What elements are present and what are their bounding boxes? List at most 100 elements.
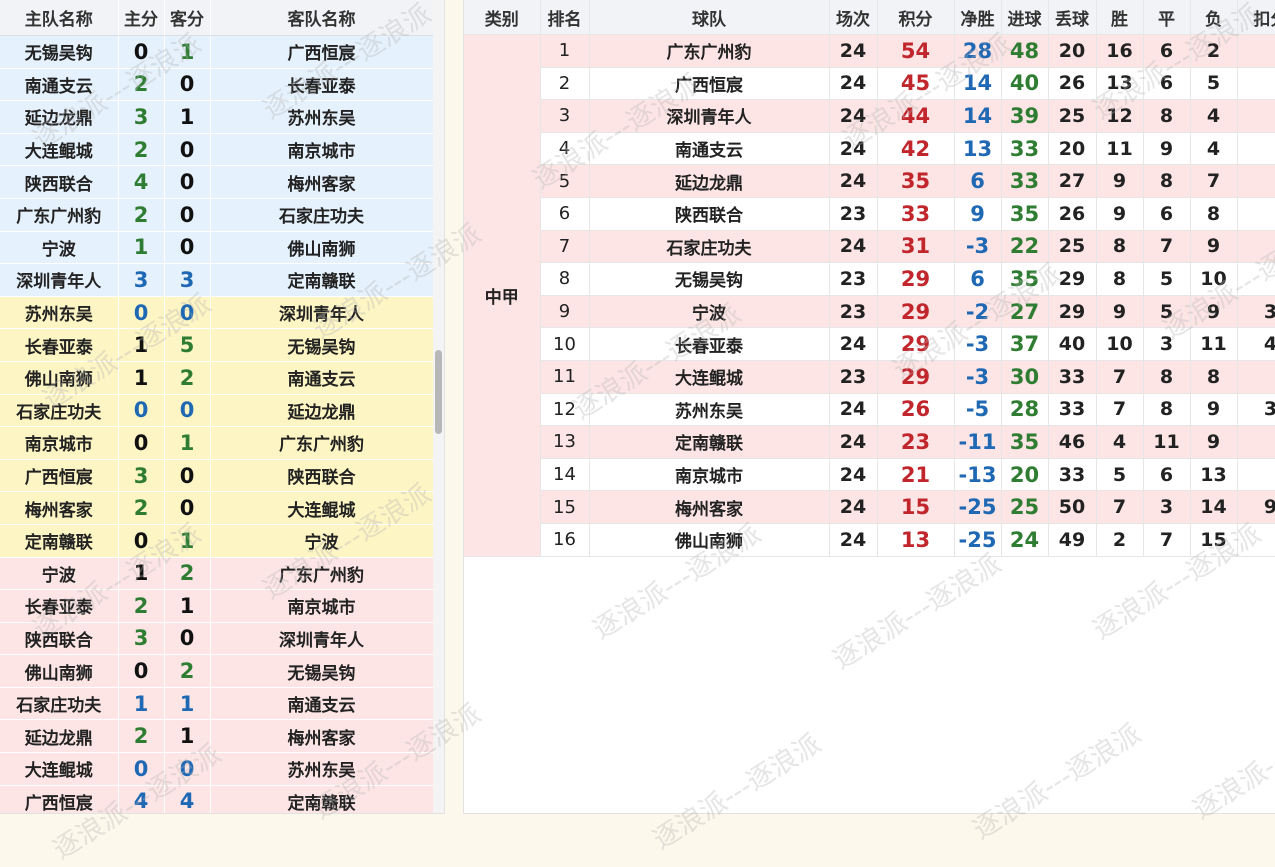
- standings-row[interactable]: 13 定南赣联 24 23 -11 35 46 4 11 9: [464, 425, 1275, 459]
- home-team[interactable]: 深圳青年人: [0, 263, 119, 297]
- standings-row[interactable]: 4 南通支云 24 42 13 33 20 11 9 4: [464, 132, 1275, 166]
- away-team[interactable]: 佛山南狮: [210, 231, 434, 265]
- header-goals-for[interactable]: 进球: [1001, 0, 1049, 35]
- away-team[interactable]: 无锡吴钩: [210, 654, 434, 688]
- match-row[interactable]: 石家庄功夫 1 1 南通支云: [0, 687, 434, 721]
- home-team[interactable]: 陕西联合: [0, 622, 119, 656]
- home-team[interactable]: 延边龙鼎: [0, 100, 119, 134]
- team-name[interactable]: 大连鲲城: [589, 360, 830, 394]
- away-team[interactable]: 广东广州豹: [210, 426, 434, 460]
- match-row[interactable]: 苏州东吴 0 0 深圳青年人: [0, 296, 434, 330]
- home-team[interactable]: 石家庄功夫: [0, 394, 119, 428]
- header-category[interactable]: 类别: [464, 0, 541, 35]
- standings-row[interactable]: 3 深圳青年人 24 44 14 39 25 12 8 4: [464, 99, 1275, 133]
- away-team[interactable]: 南京城市: [210, 133, 434, 167]
- match-row[interactable]: 广西恒宸 4 4 定南赣联: [0, 785, 434, 813]
- home-team[interactable]: 佛山南狮: [0, 361, 119, 395]
- match-row[interactable]: 宁波 1 2 广东广州豹: [0, 557, 434, 591]
- team-name[interactable]: 广西恒宸: [589, 67, 830, 101]
- header-played[interactable]: 场次: [829, 0, 878, 35]
- team-name[interactable]: 石家庄功夫: [589, 230, 830, 264]
- home-team[interactable]: 南通支云: [0, 68, 119, 102]
- match-row[interactable]: 延边龙鼎 2 1 梅州客家: [0, 719, 434, 754]
- match-row[interactable]: 佛山南狮 1 2 南通支云: [0, 361, 434, 395]
- home-team[interactable]: 长春亚泰: [0, 328, 119, 362]
- standings-row[interactable]: 11 大连鲲城 23 29 -3 30 33 7 8 8: [464, 360, 1275, 394]
- header-wins[interactable]: 胜: [1096, 0, 1144, 35]
- away-team[interactable]: 南通支云: [210, 687, 434, 721]
- away-team[interactable]: 长春亚泰: [210, 68, 434, 102]
- away-team[interactable]: 定南赣联: [210, 785, 434, 813]
- home-team[interactable]: 石家庄功夫: [0, 687, 119, 721]
- home-team[interactable]: 广西恒宸: [0, 459, 119, 493]
- home-team[interactable]: 宁波: [0, 231, 119, 265]
- away-team[interactable]: 广东广州豹: [210, 557, 434, 591]
- team-name[interactable]: 广东广州豹: [589, 34, 830, 68]
- team-name[interactable]: 深圳青年人: [589, 99, 830, 133]
- header-points[interactable]: 积分: [877, 0, 955, 35]
- team-name[interactable]: 佛山南狮: [589, 523, 830, 557]
- match-row[interactable]: 石家庄功夫 0 0 延边龙鼎: [0, 394, 434, 428]
- header-team[interactable]: 球队: [589, 0, 830, 35]
- away-team[interactable]: 石家庄功夫: [210, 198, 434, 232]
- vertical-scrollbar[interactable]: [433, 0, 444, 813]
- home-team[interactable]: 广东广州豹: [0, 198, 119, 232]
- header-home-team[interactable]: 主队名称: [0, 0, 119, 36]
- match-row[interactable]: 陕西联合 4 0 梅州客家: [0, 165, 434, 199]
- match-row[interactable]: 定南赣联 0 1 宁波: [0, 524, 434, 558]
- standings-row[interactable]: 12苏州东吴2426-528337893: [464, 393, 1275, 427]
- team-name[interactable]: 长春亚泰: [589, 327, 830, 361]
- team-name[interactable]: 南京城市: [589, 458, 830, 492]
- match-row[interactable]: 宁波 1 0 佛山南狮: [0, 231, 434, 265]
- standings-row[interactable]: 8 无锡吴钩 23 29 6 35 29 8 5 10: [464, 262, 1275, 296]
- away-team[interactable]: 陕西联合: [210, 459, 434, 493]
- match-row[interactable]: 大连鲲城 0 0 苏州东吴: [0, 752, 434, 786]
- standings-row[interactable]: 中甲 1 广东广州豹 24 54 28 48 20 16 6 2: [464, 34, 1275, 557]
- standings-row[interactable]: 16 佛山南狮 24 13 -25 24 49 2 7 15: [464, 523, 1275, 557]
- away-team[interactable]: 苏州东吴: [210, 100, 434, 134]
- match-row[interactable]: 南京城市 0 1 广东广州豹: [0, 426, 434, 460]
- header-away-score[interactable]: 客分: [164, 0, 211, 36]
- home-team[interactable]: 大连鲲城: [0, 752, 119, 786]
- home-team[interactable]: 梅州客家: [0, 491, 119, 525]
- standings-row[interactable]: 2 广西恒宸 24 45 14 40 26 13 6 5: [464, 67, 1275, 101]
- match-row[interactable]: 长春亚泰 1 5 无锡吴钩: [0, 328, 434, 362]
- away-team[interactable]: 深圳青年人: [210, 296, 434, 330]
- away-team[interactable]: 深圳青年人: [210, 622, 434, 656]
- away-team[interactable]: 广西恒宸: [210, 35, 434, 69]
- away-team[interactable]: 梅州客家: [210, 165, 434, 199]
- match-row[interactable]: 无锡吴钩 0 1 广西恒宸: [0, 35, 434, 69]
- home-team[interactable]: 陕西联合: [0, 165, 119, 199]
- header-goal-diff[interactable]: 净胜: [954, 0, 1002, 35]
- header-goals-against[interactable]: 丢球: [1048, 0, 1097, 35]
- standings-row[interactable]: 9宁波2329-227299593: [464, 295, 1275, 329]
- standings-row[interactable]: 15梅州客家2415-25255073149: [464, 490, 1275, 524]
- match-row[interactable]: 长春亚泰 2 1 南京城市: [0, 589, 434, 623]
- match-row[interactable]: 梅州客家 2 0 大连鲲城: [0, 491, 434, 525]
- away-team[interactable]: 延边龙鼎: [210, 394, 434, 428]
- match-row[interactable]: 深圳青年人 3 3 定南赣联: [0, 263, 434, 297]
- standings-row[interactable]: 5 延边龙鼎 24 35 6 33 27 9 8 7: [464, 164, 1275, 198]
- match-row[interactable]: 南通支云 2 0 长春亚泰: [0, 68, 434, 102]
- home-team[interactable]: 延边龙鼎: [0, 719, 119, 754]
- away-team[interactable]: 梅州客家: [210, 719, 434, 754]
- team-name[interactable]: 定南赣联: [589, 425, 830, 459]
- scrollbar-thumb[interactable]: [435, 350, 442, 434]
- home-team[interactable]: 大连鲲城: [0, 133, 119, 167]
- team-name[interactable]: 梅州客家: [589, 490, 830, 524]
- home-team[interactable]: 苏州东吴: [0, 296, 119, 330]
- team-name[interactable]: 苏州东吴: [589, 393, 830, 427]
- home-team[interactable]: 佛山南狮: [0, 654, 119, 688]
- away-team[interactable]: 大连鲲城: [210, 491, 434, 525]
- team-name[interactable]: 陕西联合: [589, 197, 830, 231]
- home-team[interactable]: 南京城市: [0, 426, 119, 460]
- header-home-score[interactable]: 主分: [118, 0, 165, 36]
- team-name[interactable]: 宁波: [589, 295, 830, 329]
- team-name[interactable]: 无锡吴钩: [589, 262, 830, 296]
- match-row[interactable]: 大连鲲城 2 0 南京城市: [0, 133, 434, 167]
- match-row[interactable]: 陕西联合 3 0 深圳青年人: [0, 622, 434, 656]
- team-name[interactable]: 延边龙鼎: [589, 164, 830, 198]
- team-name[interactable]: 南通支云: [589, 132, 830, 166]
- standings-row[interactable]: 7 石家庄功夫 24 31 -3 22 25 8 7 9: [464, 230, 1275, 264]
- home-team[interactable]: 长春亚泰: [0, 589, 119, 623]
